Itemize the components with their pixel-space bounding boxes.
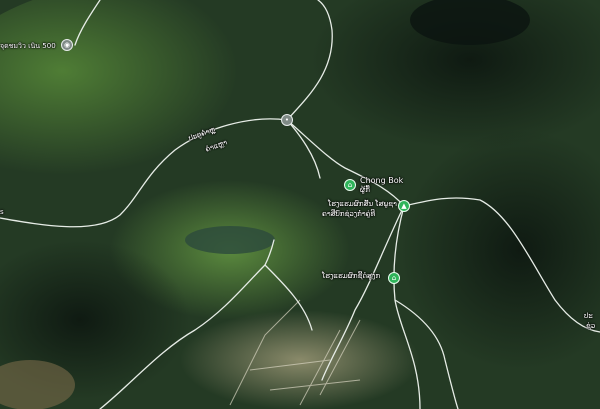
dot-icon: • bbox=[284, 116, 290, 124]
viewpoint-camera-icon[interactable]: ◉ bbox=[61, 39, 73, 51]
chong-bok-label[interactable]: Chong Bok bbox=[360, 177, 403, 185]
junction-dot-icon[interactable]: • bbox=[281, 114, 293, 126]
right-edge-label: ປະ bbox=[584, 312, 593, 320]
chong-bok-sublabel: ຜູ້ກື້ bbox=[360, 186, 370, 194]
left-edge-label: s bbox=[0, 208, 4, 216]
chong-bok-home-icon[interactable]: ⌂ bbox=[344, 179, 356, 191]
lao-poi-label-1[interactable]: ໂຮງແຮມຜົກສົ້ນ ໂສພູຊາ bbox=[328, 200, 397, 208]
junction-triangle-icon[interactable]: ▲ bbox=[398, 200, 410, 212]
triangle-icon: ▲ bbox=[401, 202, 407, 210]
lao-poi-label-1b: ຄາສີ່ບົກຊ່ວງກ່ຳຄູ່ທີ bbox=[322, 210, 376, 218]
lao-poi-label-2[interactable]: ໂຮງແຮມຜົກຊີ້ດໍສູງກ bbox=[322, 272, 380, 280]
camera-icon: ◉ bbox=[63, 41, 71, 49]
poi-home-icon[interactable]: ⌂ bbox=[388, 272, 400, 284]
home-icon: ⌂ bbox=[391, 274, 397, 282]
map-view[interactable]: ◉ • ⌂ ▲ ⌂ จุดชมวิว เนิน 500 ປະຕູຄຳຫຼຸ ຄຳ… bbox=[0, 0, 600, 409]
home-icon: ⌂ bbox=[347, 181, 353, 189]
right-edge-label-2: ຊ່ວ bbox=[586, 322, 596, 330]
viewpoint-label[interactable]: จุดชมวิว เนิน 500 bbox=[0, 42, 56, 50]
satellite-imagery bbox=[0, 0, 600, 409]
